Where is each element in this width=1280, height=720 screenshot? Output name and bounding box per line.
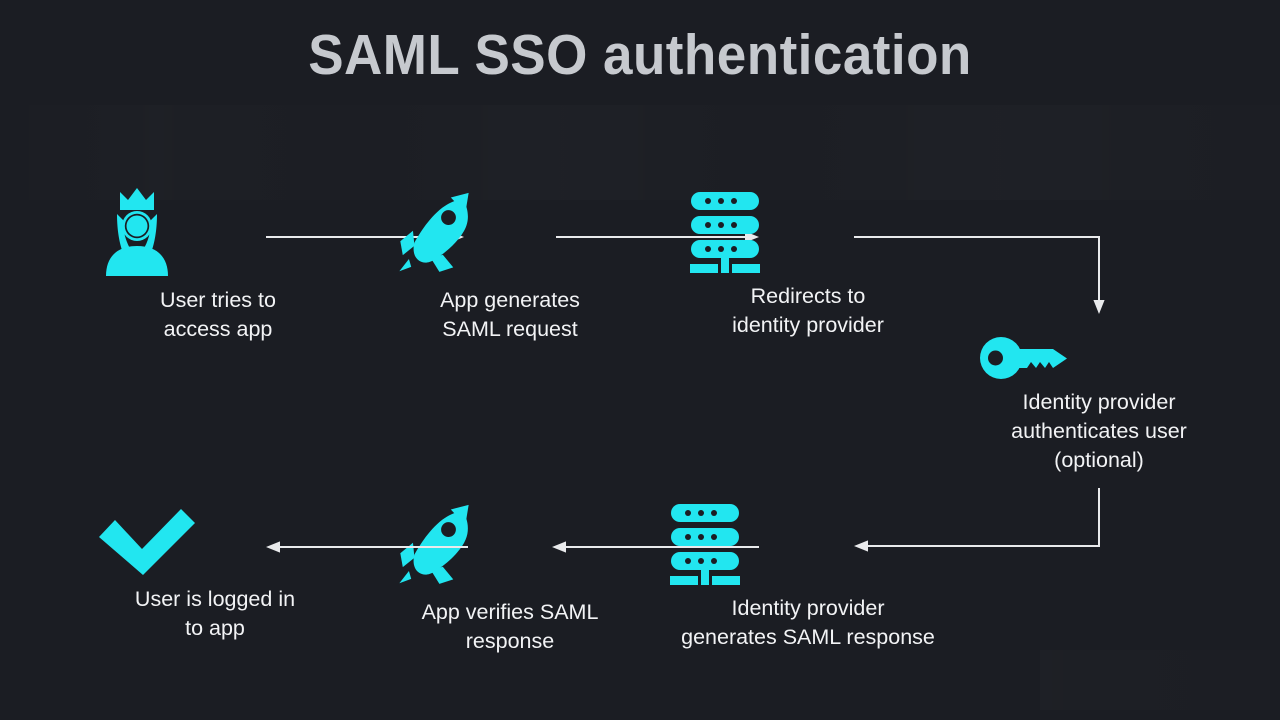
step-app-generates-saml-request: App generates SAML request <box>390 186 630 344</box>
step-caption: Identity provider generates SAML respons… <box>681 596 935 649</box>
step-caption: Identity provider authenticates user (op… <box>1011 390 1187 472</box>
step-user-is-logged-in-to-app: User is logged in to app <box>95 505 335 643</box>
step-user-tries-to-access-app: User tries to access app <box>98 186 338 344</box>
key-icon <box>979 336 1219 380</box>
step-caption: App verifies SAML response <box>421 600 599 653</box>
step-identity-provider-authenticates-user: Identity provider authenticates user (op… <box>979 336 1219 475</box>
step-caption: App generates SAML request <box>440 288 580 341</box>
step-app-verifies-saml-response: App verifies SAML response <box>390 498 630 656</box>
step-caption: User is logged in to app <box>134 587 296 640</box>
step-identity-provider-generates-saml-response: Identity provider generates SAML respons… <box>668 502 948 652</box>
background-artifact-2 <box>1040 650 1270 710</box>
page-title: SAML SSO authentication <box>308 23 972 87</box>
checkmark-icon <box>95 505 335 577</box>
arrow-idp-to-key <box>854 236 1105 314</box>
saml-sso-diagram: SAML SSO authentication User tries to ac… <box>0 0 1280 720</box>
step-caption: User tries to access app <box>160 288 276 341</box>
